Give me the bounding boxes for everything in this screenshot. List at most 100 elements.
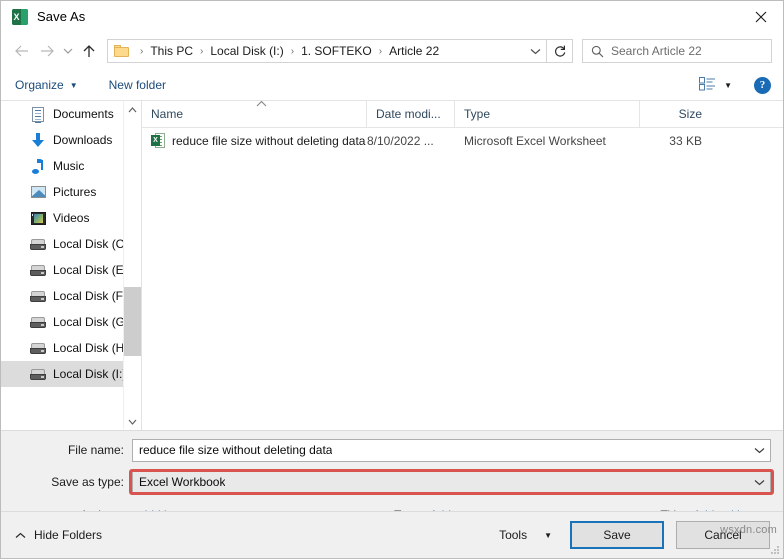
column-header-label: Type <box>464 107 491 121</box>
sidebar-item-label: Music <box>53 159 85 173</box>
save-as-type-row: Save as type: Excel Workbook <box>1 469 783 495</box>
sidebar-item-label: Local Disk (I:) <box>53 367 127 381</box>
chevron-down-icon: ▼ <box>69 80 78 90</box>
watermark: wsxdn.com <box>720 524 777 536</box>
sidebar-item-label: Downloads <box>53 133 113 147</box>
forward-icon[interactable] <box>34 39 59 64</box>
tools-button[interactable]: Tools ▼ <box>499 528 552 542</box>
folder-icon <box>114 45 129 57</box>
column-header-label: Name <box>151 107 184 121</box>
file-list: Name Date modi... Type Size X reduce fil… <box>142 101 783 430</box>
navigation-scrollbar[interactable] <box>123 101 141 430</box>
breadcrumb-item-1[interactable]: Local Disk (I:) <box>209 44 284 58</box>
window-title: Save As <box>37 9 86 24</box>
refresh-icon[interactable] <box>547 39 573 63</box>
hide-folders-button[interactable]: Hide Folders <box>15 528 102 542</box>
save-as-dialog: X Save As › This PC › Local Disk (I:) › … <box>0 0 784 559</box>
sidebar-item-local-disk-i[interactable]: Local Disk (I:) <box>1 361 141 387</box>
sidebar-item-music[interactable]: Music <box>1 153 141 179</box>
chevron-up-icon <box>15 532 26 539</box>
drive-icon <box>30 340 46 356</box>
file-type-cell: Microsoft Excel Worksheet <box>464 134 606 148</box>
column-headers: Name Date modi... Type Size <box>142 101 783 128</box>
search-icon <box>591 45 604 58</box>
file-name-cell: X reduce file size without deleting data <box>142 128 367 154</box>
sidebar-item-local-disk-e[interactable]: Local Disk (E:) <box>1 257 141 283</box>
excel-file-icon: X <box>151 133 165 149</box>
drive-icon <box>30 288 46 304</box>
view-options-button[interactable]: ▼ <box>699 76 732 94</box>
breadcrumb-separator-0: › <box>140 45 144 57</box>
sidebar-item-local-disk-f[interactable]: Local Disk (F:) <box>1 283 141 309</box>
new-folder-label: New folder <box>108 78 166 92</box>
breadcrumb-item-0[interactable]: This PC <box>149 44 194 58</box>
music-icon <box>30 158 46 174</box>
breadcrumb-separator-3: › <box>378 45 383 57</box>
sidebar-item-label: Local Disk (G:) <box>53 315 133 329</box>
sidebar-item-label: Local Disk (C:) <box>53 237 132 251</box>
sidebar-item-videos[interactable]: Videos <box>1 205 141 231</box>
breadcrumb[interactable]: › This PC › Local Disk (I:) › 1. SOFTEKO… <box>107 39 547 63</box>
new-folder-button[interactable]: New folder <box>109 78 166 92</box>
column-header-size[interactable]: Size <box>640 101 712 127</box>
sidebar-item-label: Local Disk (H:) <box>53 341 132 355</box>
pictures-icon <box>30 184 46 200</box>
file-name-value: reduce file size without deleting data <box>139 443 333 457</box>
sidebar-item-label: Local Disk (F:) <box>53 289 131 303</box>
help-button[interactable]: ? <box>754 76 771 94</box>
column-header-type[interactable]: Type <box>455 101 640 127</box>
content-area: Documents Downloads Music Pictures Video… <box>1 101 783 431</box>
sidebar-item-label: Documents <box>53 107 114 121</box>
address-bar: › This PC › Local Disk (I:) › 1. SOFTEKO… <box>1 32 783 70</box>
search-input[interactable]: Search Article 22 <box>582 39 772 63</box>
scroll-down-icon[interactable] <box>124 413 141 430</box>
drive-icon <box>30 314 46 330</box>
sidebar-item-downloads[interactable]: Downloads <box>1 127 141 153</box>
column-header-date-modified[interactable]: Date modi... <box>367 101 455 127</box>
chevron-down-icon[interactable] <box>748 479 770 486</box>
file-name-label: File name: <box>67 443 124 457</box>
hide-folders-label: Hide Folders <box>34 528 103 542</box>
scrollbar-track[interactable] <box>124 118 141 413</box>
recent-locations-icon[interactable] <box>59 39 76 64</box>
sidebar-item-local-disk-g[interactable]: Local Disk (G:) <box>1 309 141 335</box>
organize-button[interactable]: Organize ▼ <box>15 78 78 92</box>
breadcrumb-dropdown-icon[interactable] <box>524 40 546 62</box>
file-size-cell: 33 KB <box>669 134 702 148</box>
file-name-row: File name: reduce file size without dele… <box>1 437 783 463</box>
file-name-label: reduce file size without deleting data <box>172 134 366 148</box>
column-header-label: Size <box>678 107 702 121</box>
sidebar-item-label: Pictures <box>53 185 97 199</box>
column-header-label: Date modi... <box>376 107 441 121</box>
sidebar-item-pictures[interactable]: Pictures <box>1 179 141 205</box>
column-header-name[interactable]: Name <box>142 101 367 127</box>
save-as-type-select[interactable]: Excel Workbook <box>132 470 771 494</box>
downloads-icon <box>30 132 46 148</box>
breadcrumb-separator-2: › <box>290 45 295 57</box>
breadcrumb-item-2[interactable]: 1. SOFTEKO <box>300 44 373 58</box>
back-icon[interactable] <box>9 39 34 64</box>
title-bar: X Save As <box>1 1 783 32</box>
search-placeholder: Search Article 22 <box>611 44 702 58</box>
drive-icon <box>30 262 46 278</box>
sidebar-item-documents[interactable]: Documents <box>1 101 141 127</box>
sidebar-item-local-disk-h[interactable]: Local Disk (H:) <box>1 335 141 361</box>
chevron-down-icon[interactable] <box>748 447 770 454</box>
table-row[interactable]: X reduce file size without deleting data… <box>142 128 783 154</box>
scrollbar-thumb[interactable] <box>124 287 141 356</box>
documents-icon <box>30 106 46 123</box>
resize-grip[interactable] <box>770 545 780 555</box>
close-icon[interactable] <box>738 1 783 32</box>
command-bar: Organize ▼ New folder ▼ ? <box>1 70 783 101</box>
videos-icon <box>30 210 46 226</box>
save-button[interactable]: Save <box>570 521 664 549</box>
breadcrumb-separator-1: › <box>200 45 204 57</box>
organize-label: Organize <box>15 78 64 92</box>
file-name-input[interactable]: reduce file size without deleting data <box>132 438 771 462</box>
save-as-type-value: Excel Workbook <box>139 475 226 489</box>
scroll-up-icon[interactable] <box>124 101 141 118</box>
sidebar-item-local-disk-c[interactable]: Local Disk (C:) <box>1 231 141 257</box>
breadcrumb-item-3[interactable]: Article 22 <box>388 44 440 58</box>
up-icon[interactable] <box>76 39 101 64</box>
chevron-down-icon: ▼ <box>724 80 732 90</box>
